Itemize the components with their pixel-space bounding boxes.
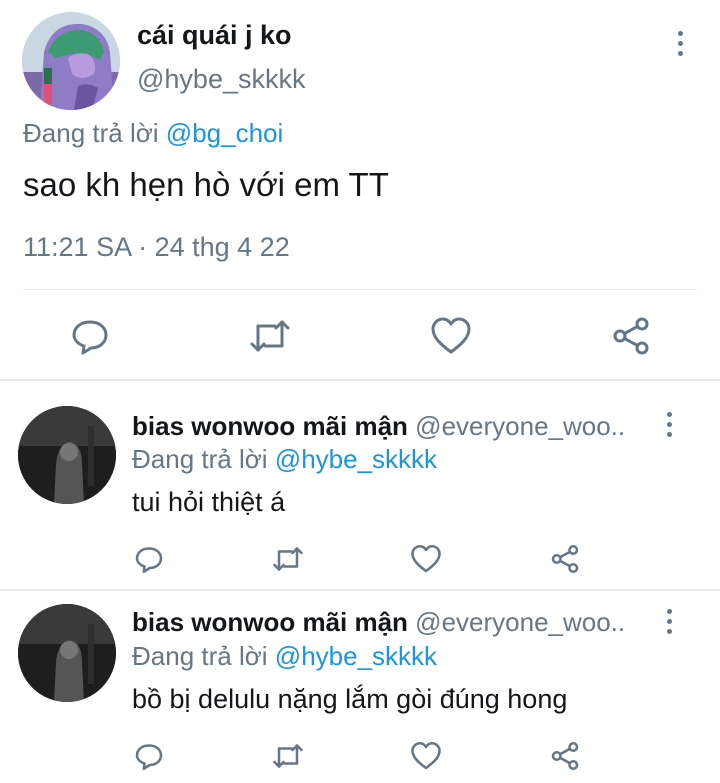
like-button[interactable] xyxy=(409,542,443,576)
retweet-button[interactable] xyxy=(246,312,294,360)
reply-handle[interactable]: @everyone_woo.. xyxy=(415,607,625,637)
reply-avatar[interactable] xyxy=(18,406,116,504)
more-vertical-icon[interactable] xyxy=(667,28,693,58)
reply-button[interactable] xyxy=(132,739,166,773)
replying-to-label: Đang trả lời xyxy=(23,118,159,148)
share-icon xyxy=(551,544,579,574)
reply-avatar[interactable] xyxy=(18,604,116,702)
replying-to-label: Đang trả lời xyxy=(132,641,268,671)
divider xyxy=(23,289,697,290)
reply-handle[interactable]: @everyone_woo.. xyxy=(415,411,625,441)
like-button[interactable] xyxy=(409,739,443,773)
share-icon xyxy=(613,317,649,355)
main-tweet-text: sao kh hẹn hò với em TT xyxy=(23,166,389,203)
speech-bubble-icon xyxy=(135,744,163,771)
mention-link[interactable]: @hybe_skkkk xyxy=(275,444,437,474)
retweet-button[interactable] xyxy=(271,542,305,576)
reply-author[interactable]: bias wonwoo mãi mận @everyone_woo.. xyxy=(132,411,625,442)
section-divider xyxy=(0,589,720,591)
speech-bubble-icon xyxy=(72,320,108,355)
share-icon xyxy=(551,741,579,771)
reply-display-name[interactable]: bias wonwoo mãi mận xyxy=(132,411,408,441)
heart-icon xyxy=(411,544,441,573)
reply-replying-to: Đang trả lời @hybe_skkkk xyxy=(132,444,437,475)
main-replying-to: Đang trả lời @bg_choi xyxy=(23,118,283,149)
mention-link[interactable]: @bg_choi xyxy=(166,118,283,148)
reply-button[interactable] xyxy=(132,542,166,576)
retweet-button[interactable] xyxy=(271,739,305,773)
retweet-icon xyxy=(273,547,303,571)
share-button[interactable] xyxy=(548,739,582,773)
section-divider xyxy=(0,379,720,381)
main-handle[interactable]: @hybe_skkkk xyxy=(137,64,305,95)
more-vertical-icon[interactable] xyxy=(656,409,682,439)
reply-author[interactable]: bias wonwoo mãi mận @everyone_woo.. xyxy=(132,607,625,638)
share-button[interactable] xyxy=(607,312,655,360)
reply-replying-to: Đang trả lời @hybe_skkkk xyxy=(132,641,437,672)
like-button[interactable] xyxy=(427,312,475,360)
mention-link[interactable]: @hybe_skkkk xyxy=(275,641,437,671)
retweet-icon xyxy=(250,320,290,352)
reply-button[interactable] xyxy=(66,312,114,360)
share-button[interactable] xyxy=(548,542,582,576)
reply-display-name[interactable]: bias wonwoo mãi mận xyxy=(132,607,408,637)
heart-icon xyxy=(431,317,471,354)
heart-icon xyxy=(411,741,441,770)
more-vertical-icon[interactable] xyxy=(656,606,682,636)
main-avatar[interactable] xyxy=(22,12,120,110)
reply-text: tui hỏi thiệt á xyxy=(132,487,286,517)
replying-to-label: Đang trả lời xyxy=(132,444,268,474)
speech-bubble-icon xyxy=(135,547,163,574)
main-display-name[interactable]: cái quái j ko xyxy=(137,20,292,51)
main-timestamp[interactable]: 11:21 SA · 24 thg 4 22 xyxy=(23,232,290,263)
reply-text: bồ bị delulu nặng lắm gòi đúng hong xyxy=(132,684,568,714)
retweet-icon xyxy=(273,744,303,768)
